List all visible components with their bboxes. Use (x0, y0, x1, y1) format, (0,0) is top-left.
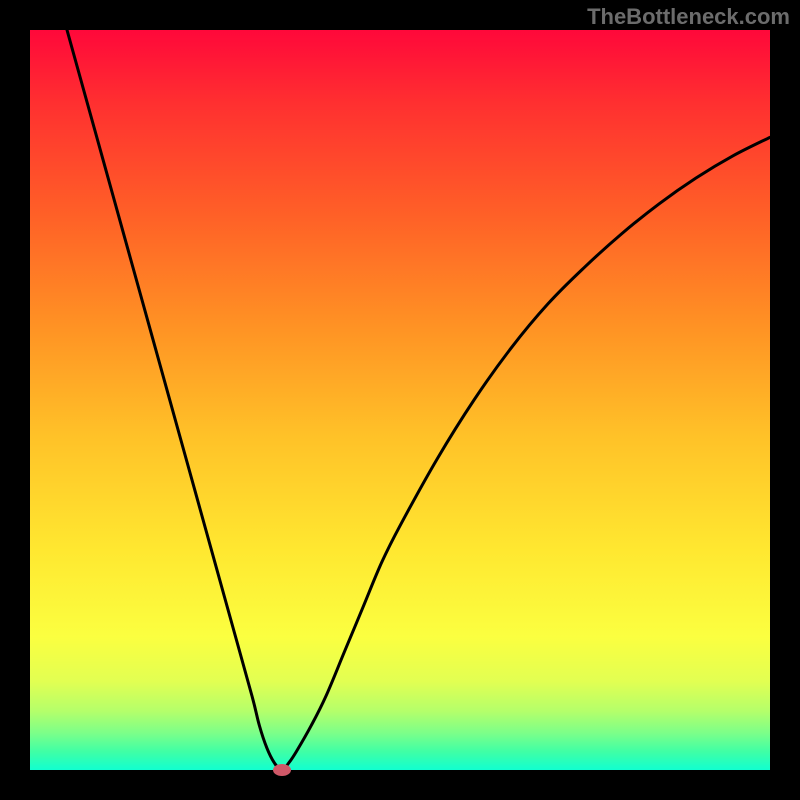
bottleneck-curve (67, 30, 770, 770)
optimum-marker (273, 764, 291, 776)
chart-frame: TheBottleneck.com (0, 0, 800, 800)
chart-plot-area (30, 30, 770, 770)
watermark-text: TheBottleneck.com (587, 4, 790, 30)
chart-curve-svg (30, 30, 770, 770)
